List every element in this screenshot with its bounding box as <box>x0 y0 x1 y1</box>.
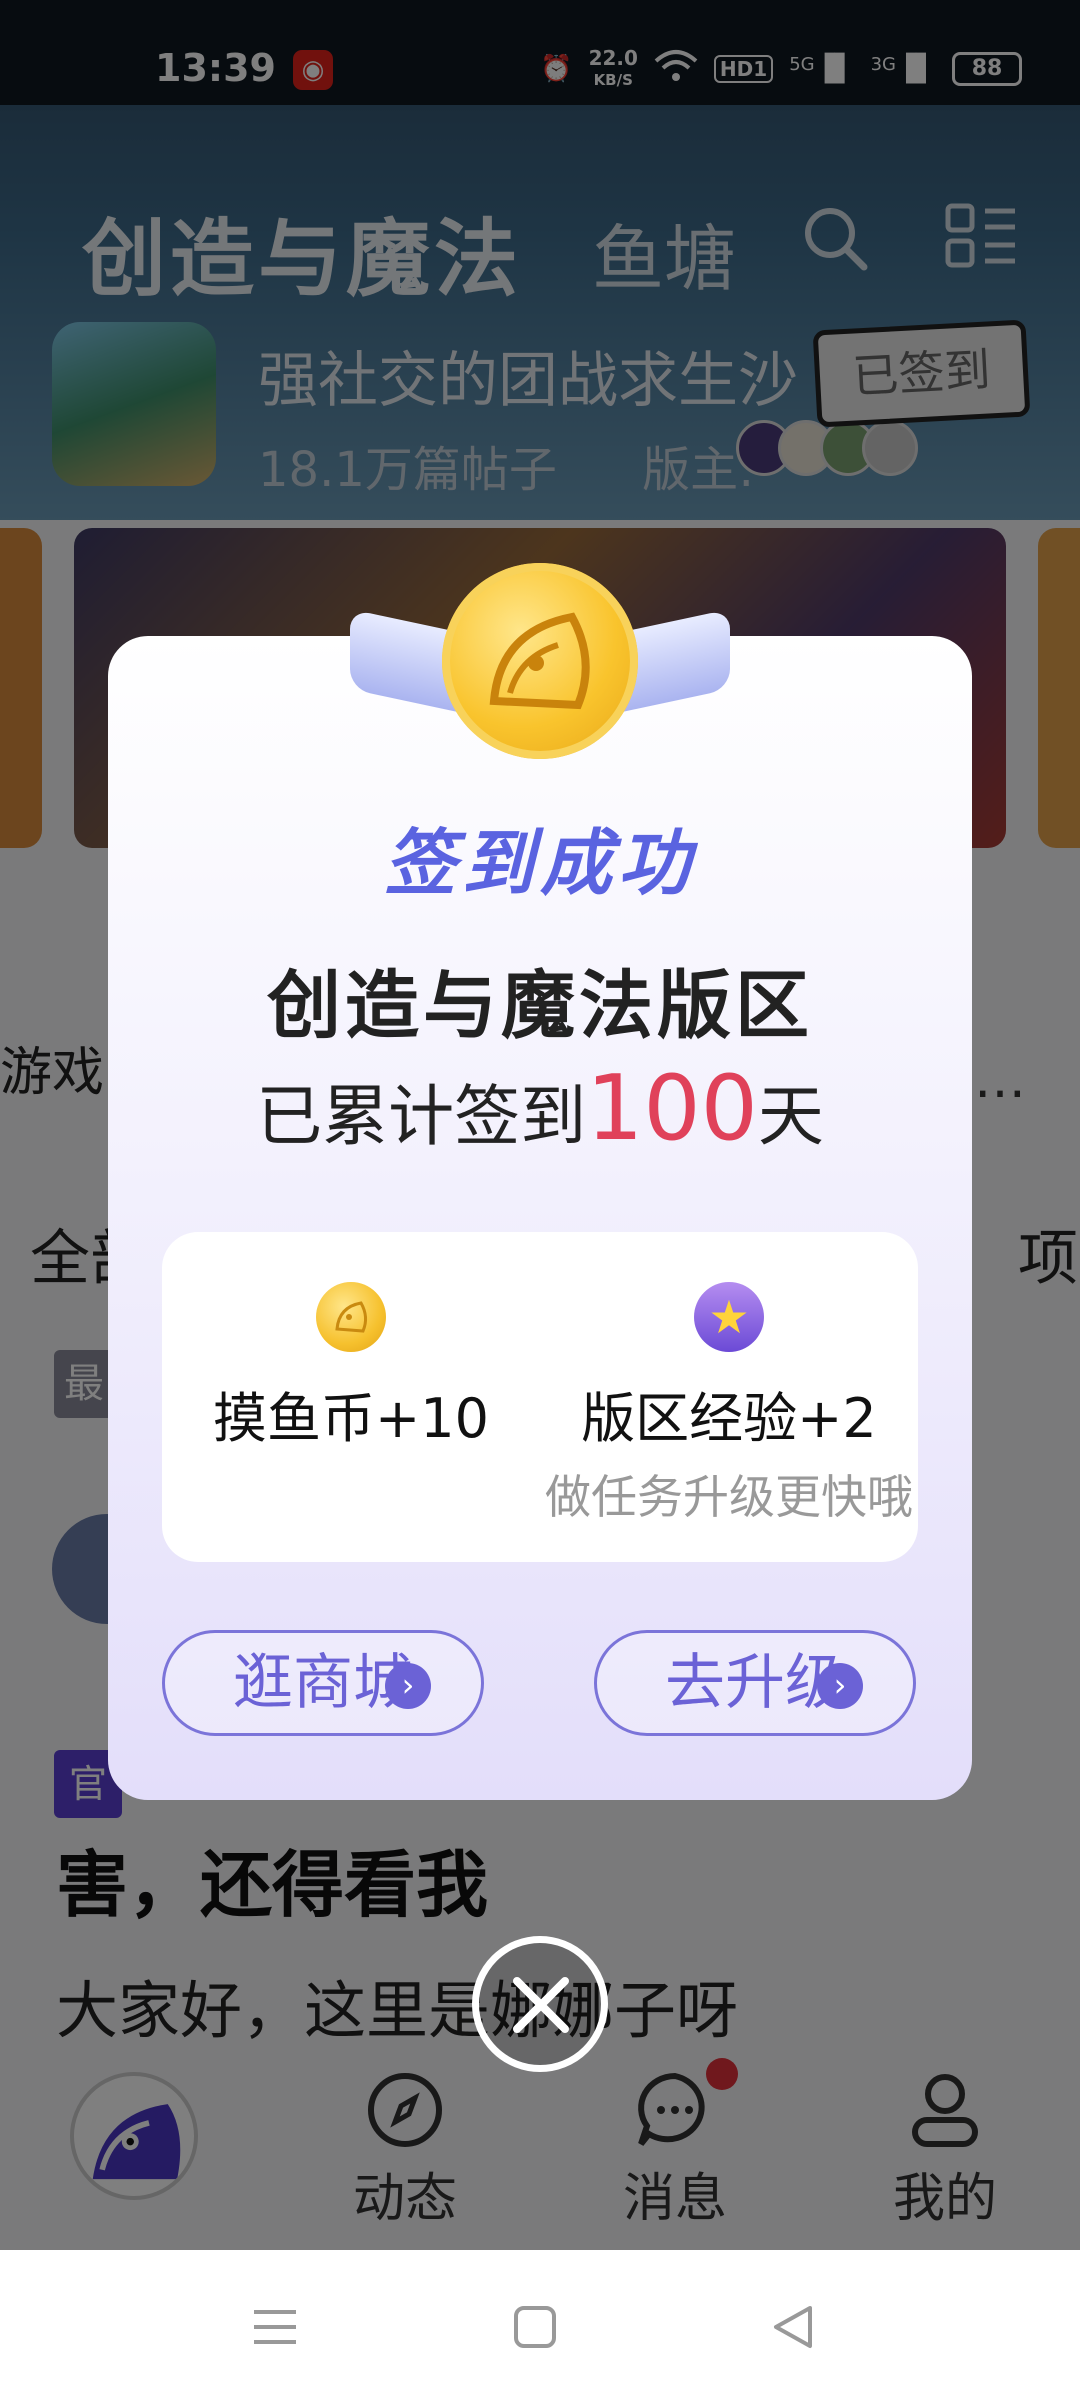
dialog-forum-name: 创造与魔法版区 <box>267 963 813 1049</box>
go-shop-button[interactable]: 逛商城 › <box>162 1630 484 1736</box>
reward-coin-label: 摸鱼币+10 <box>213 1387 489 1450</box>
reward-exp: ★ 版区经验+2 做任务升级更快哦 <box>540 1282 918 1527</box>
close-dialog-button[interactable] <box>472 1936 608 2072</box>
count-prefix: 已累计签到 <box>256 1078 587 1155</box>
count-suffix: 天 <box>757 1078 824 1155</box>
fish-coin-icon <box>442 563 638 759</box>
system-nav-bar <box>0 2250 1080 2400</box>
go-upgrade-button[interactable]: 去升级 › <box>594 1630 916 1736</box>
chevron-right-icon: › <box>817 1663 863 1709</box>
reward-hint: 做任务升级更快哦 <box>545 1470 913 1524</box>
fish-coin-icon <box>316 1282 386 1352</box>
home-square-icon[interactable] <box>508 2300 562 2354</box>
checkin-count: 已累计签到100天 <box>108 1056 972 1161</box>
back-triangle-icon[interactable] <box>766 2300 820 2354</box>
reward-exp-label: 版区经验+2 <box>581 1387 877 1450</box>
coin-emblem <box>350 545 730 775</box>
success-title: 签到成功 <box>383 821 696 905</box>
count-value: 100 <box>586 1056 758 1161</box>
reward-coin: 摸鱼币+10 <box>162 1282 540 1453</box>
close-icon <box>513 1977 569 2033</box>
reward-card: 摸鱼币+10 ★ 版区经验+2 做任务升级更快哦 <box>162 1232 918 1562</box>
star-badge-icon: ★ <box>694 1282 764 1352</box>
chevron-right-icon: › <box>385 1663 431 1709</box>
recents-menu-icon[interactable] <box>248 2300 302 2354</box>
checkin-success-dialog: 签到成功 创造与魔法版区 已累计签到100天 摸鱼币+10 ★ 版区经验+2 做… <box>108 636 972 1800</box>
